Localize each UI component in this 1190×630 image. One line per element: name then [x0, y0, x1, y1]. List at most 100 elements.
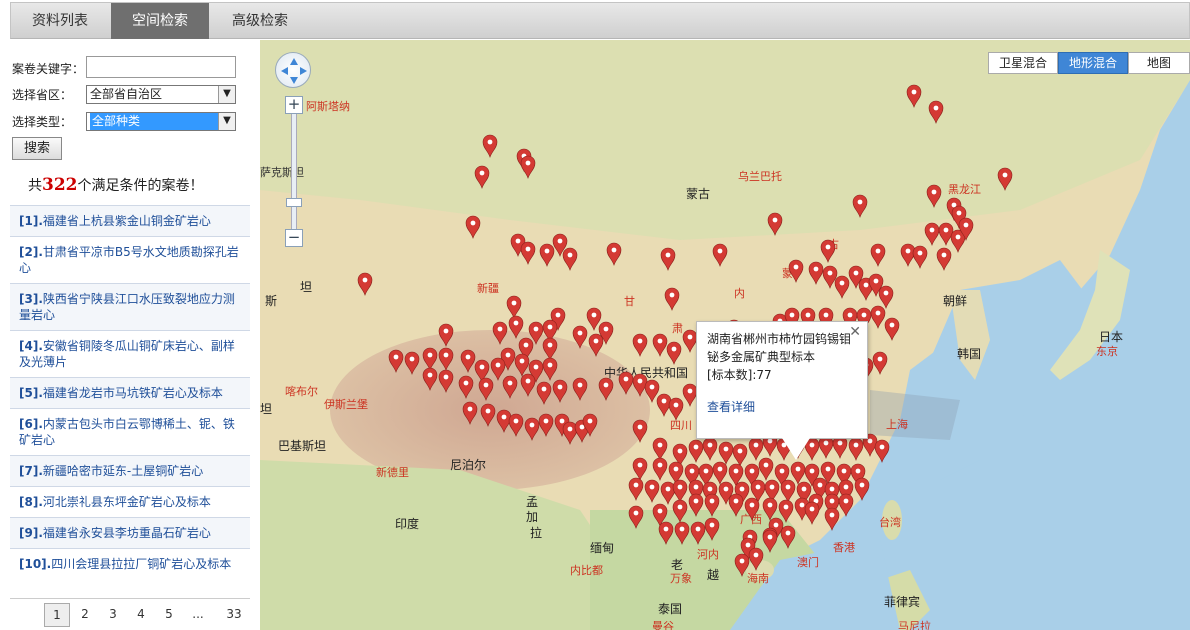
map-marker-icon[interactable]: [872, 351, 888, 375]
map-marker-icon[interactable]: [588, 333, 604, 357]
map-marker-icon[interactable]: [748, 547, 764, 571]
map-marker-icon[interactable]: [652, 437, 668, 461]
map-marker-icon[interactable]: [820, 239, 836, 263]
map-marker-icon[interactable]: [804, 501, 820, 525]
tab-advanced-search[interactable]: 高级检索: [211, 3, 309, 39]
map-marker-icon[interactable]: [628, 505, 644, 529]
map-marker-icon[interactable]: [758, 457, 774, 481]
map-marker-icon[interactable]: [824, 507, 840, 531]
map-marker-icon[interactable]: [672, 499, 688, 523]
map-view[interactable]: 阿斯塔纳 萨克斯坦 乌兰巴托 蒙古 黑龙江 新疆 斯 坦 古 蒙 内 甘 肃 朝…: [260, 40, 1190, 630]
list-item[interactable]: [6].内蒙古包头市白云鄂博稀土、铌、铁矿岩心: [10, 408, 250, 455]
maptype-map-button[interactable]: 地图: [1128, 52, 1190, 74]
tab-list[interactable]: 资料列表: [11, 3, 109, 39]
map-marker-icon[interactable]: [668, 397, 684, 421]
map-marker-icon[interactable]: [462, 401, 478, 425]
list-item[interactable]: [9].福建省永安县李坊重晶石矿岩心: [10, 517, 250, 548]
map-marker-icon[interactable]: [542, 357, 558, 381]
list-item[interactable]: [10].四川会理县拉拉厂铜矿岩心及标本: [10, 548, 250, 579]
map-marker-icon[interactable]: [732, 443, 748, 467]
map-marker-icon[interactable]: [852, 194, 868, 218]
map-marker-icon[interactable]: [690, 521, 706, 545]
map-marker-icon[interactable]: [474, 165, 490, 189]
map-marker-icon[interactable]: [539, 243, 555, 267]
map-marker-icon[interactable]: [644, 379, 660, 403]
map-marker-icon[interactable]: [788, 259, 804, 283]
map-marker-icon[interactable]: [688, 493, 704, 517]
map-marker-icon[interactable]: [778, 499, 794, 523]
map-marker-icon[interactable]: [674, 521, 690, 545]
map-marker-icon[interactable]: [704, 517, 720, 541]
map-marker-icon[interactable]: [924, 222, 940, 246]
map-marker-icon[interactable]: [422, 347, 438, 371]
map-marker-icon[interactable]: [682, 383, 698, 407]
zoom-slider-track[interactable]: [291, 102, 297, 242]
map-marker-icon[interactable]: [854, 477, 870, 501]
map-marker-icon[interactable]: [490, 357, 506, 381]
list-item[interactable]: [2].甘肃省平凉市B5号水文地质勘探孔岩心: [10, 236, 250, 283]
map-marker-icon[interactable]: [562, 247, 578, 271]
page-button[interactable]: 4: [132, 603, 150, 627]
map-marker-icon[interactable]: [552, 379, 568, 403]
map-marker-icon[interactable]: [790, 461, 806, 485]
list-item[interactable]: [7].新疆哈密市延东-土屋铜矿岩心: [10, 455, 250, 486]
list-item[interactable]: [3].陕西省宁陕县江口水压致裂地应力测量岩心: [10, 283, 250, 330]
map-marker-icon[interactable]: [658, 521, 674, 545]
map-marker-icon[interactable]: [762, 497, 778, 521]
map-marker-icon[interactable]: [542, 337, 558, 361]
map-marker-icon[interactable]: [606, 242, 622, 266]
map-marker-icon[interactable]: [388, 349, 404, 373]
map-marker-icon[interactable]: [870, 243, 886, 267]
map-marker-icon[interactable]: [884, 317, 900, 341]
list-item[interactable]: [5].福建省龙岩市马坑铁矿岩心及标本: [10, 377, 250, 408]
map-marker-icon[interactable]: [514, 353, 530, 377]
pan-control[interactable]: [275, 52, 311, 88]
zoom-in-button[interactable]: +: [285, 96, 303, 114]
map-marker-icon[interactable]: [506, 295, 522, 319]
map-marker-icon[interactable]: [632, 419, 648, 443]
page-button[interactable]: 1: [44, 603, 70, 627]
map-marker-icon[interactable]: [702, 437, 718, 461]
map-marker-icon[interactable]: [838, 493, 854, 517]
map-marker-icon[interactable]: [618, 371, 634, 395]
map-marker-icon[interactable]: [926, 184, 942, 208]
tab-spatial-search[interactable]: 空间检索: [111, 3, 209, 39]
map-marker-icon[interactable]: [832, 435, 848, 459]
map-marker-icon[interactable]: [502, 375, 518, 399]
map-marker-icon[interactable]: [928, 100, 944, 124]
map-marker-icon[interactable]: [572, 325, 588, 349]
maptype-terrain-button[interactable]: 地形混合: [1058, 52, 1128, 74]
search-button[interactable]: 搜索: [12, 137, 62, 160]
popup-detail-link[interactable]: 查看详细: [707, 398, 857, 416]
map-marker-icon[interactable]: [900, 243, 916, 267]
map-marker-icon[interactable]: [718, 441, 734, 465]
map-marker-icon[interactable]: [780, 479, 796, 503]
map-marker-icon[interactable]: [808, 261, 824, 285]
map-marker-icon[interactable]: [652, 333, 668, 357]
map-marker-icon[interactable]: [762, 529, 778, 553]
close-icon[interactable]: ✕: [849, 323, 861, 341]
map-marker-icon[interactable]: [664, 287, 680, 311]
map-marker-icon[interactable]: [438, 323, 454, 347]
map-marker-icon[interactable]: [524, 417, 540, 441]
map-marker-icon[interactable]: [712, 461, 728, 485]
map-marker-icon[interactable]: [644, 479, 660, 503]
map-marker-icon[interactable]: [834, 275, 850, 299]
map-marker-icon[interactable]: [458, 375, 474, 399]
page-button[interactable]: 2: [76, 603, 94, 627]
map-marker-icon[interactable]: [878, 285, 894, 309]
map-marker-icon[interactable]: [520, 373, 536, 397]
map-marker-icon[interactable]: [357, 272, 373, 296]
map-marker-icon[interactable]: [438, 369, 454, 393]
map-marker-icon[interactable]: [508, 413, 524, 437]
map-marker-icon[interactable]: [818, 435, 834, 459]
map-marker-icon[interactable]: [628, 477, 644, 501]
map-marker-icon[interactable]: [422, 367, 438, 391]
map-marker-icon[interactable]: [767, 212, 783, 236]
map-marker-icon[interactable]: [660, 247, 676, 271]
page-button[interactable]: 3: [104, 603, 122, 627]
page-button[interactable]: 5: [160, 603, 178, 627]
map-marker-icon[interactable]: [728, 493, 744, 517]
map-marker-icon[interactable]: [666, 341, 682, 365]
map-marker-icon[interactable]: [460, 349, 476, 373]
